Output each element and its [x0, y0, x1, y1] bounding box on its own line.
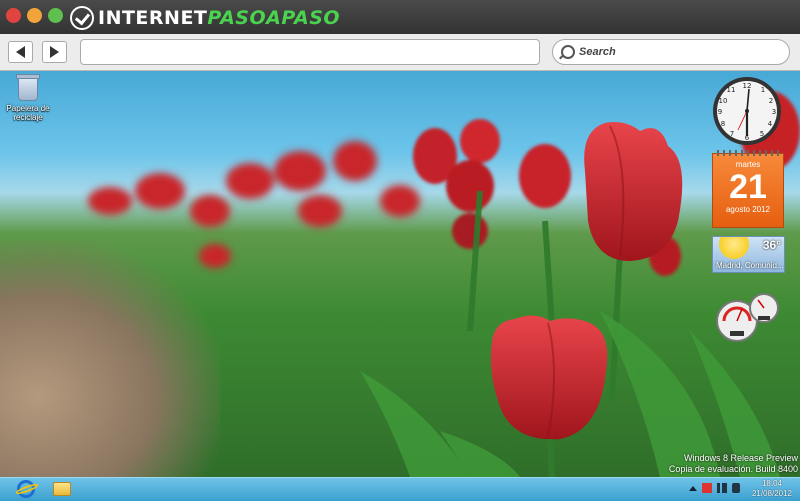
recycle-bin-label: Papelera de reciclaje — [6, 104, 50, 122]
brand-accent: PASOAPASO — [207, 7, 341, 29]
address-bar[interactable] — [80, 39, 540, 65]
taskbar-date: 21/08/2012 — [751, 489, 792, 498]
svg-text:8: 8 — [721, 120, 725, 128]
close-icon[interactable] — [6, 8, 21, 23]
svg-text:2: 2 — [769, 97, 773, 105]
svg-text:9: 9 — [718, 108, 722, 116]
svg-text:5: 5 — [760, 130, 764, 138]
back-button[interactable] — [8, 41, 33, 63]
show-hidden-icons-icon[interactable] — [689, 486, 697, 491]
flag-icon[interactable] — [702, 483, 712, 493]
recycle-bin-icon — [16, 74, 40, 101]
brand-prefix: INTERNET — [98, 7, 208, 29]
wallpaper-tulips — [88, 91, 800, 477]
taskbar: 18:04 21/08/2012 — [0, 477, 800, 501]
svg-text:1: 1 — [761, 86, 765, 94]
svg-text:12: 12 — [743, 82, 752, 90]
svg-text:3: 3 — [772, 108, 776, 116]
calendar-gadget[interactable]: martes 21 agosto 2012 — [712, 150, 784, 228]
desktop[interactable]: Papelera de reciclaje 12 1 2 345 678 9 10 11… — [0, 71, 800, 477]
volume-icon[interactable] — [732, 483, 740, 493]
taskbar-clock[interactable]: 18:04 21/08/2012 — [752, 479, 792, 499]
weather-city: Madrid, Comunid... — [716, 261, 784, 270]
recycle-bin[interactable]: Papelera de reciclaje — [6, 74, 50, 122]
svg-text:4: 4 — [768, 120, 773, 128]
weather-temperature: 36° — [762, 238, 781, 252]
svg-text:11: 11 — [727, 86, 736, 94]
clock-gadget[interactable]: 12 12 345 678 91011 — [712, 76, 782, 146]
browser-titlebar: INTERNETPASOAPASO — [0, 0, 800, 34]
calendar-month-year: agosto 2012 — [725, 205, 771, 214]
search-box[interactable]: Search — [552, 39, 790, 65]
sun-icon — [719, 237, 749, 259]
brand-text: INTERNETPASOAPASO — [98, 7, 340, 29]
cpu-meter-gadget[interactable] — [712, 291, 782, 343]
calendar-day-number: 21 — [729, 168, 767, 206]
svg-text:10: 10 — [719, 97, 728, 105]
maximize-icon[interactable] — [48, 8, 63, 23]
weather-gadget[interactable]: 36° Madrid, Comunid... — [712, 236, 785, 273]
search-icon — [561, 45, 575, 59]
network-icon[interactable] — [717, 483, 727, 493]
search-placeholder: Search — [579, 46, 616, 58]
system-tray — [689, 483, 740, 493]
evaluation-watermark: Windows 8 Release Preview Copia de evalu… — [669, 453, 798, 475]
back-arrow-icon — [16, 46, 25, 58]
ie-icon — [17, 480, 35, 498]
brand-logo: INTERNETPASOAPASO — [70, 5, 340, 31]
browser-toolbar: Search — [0, 34, 800, 71]
minimize-icon[interactable] — [27, 8, 42, 23]
check-logo-icon — [70, 6, 94, 30]
folder-icon — [53, 482, 71, 496]
taskbar-ie-button[interactable] — [17, 480, 37, 498]
watermark-line2: Copia de evaluación. Build 8400 — [668, 464, 798, 474]
forward-button[interactable] — [42, 41, 67, 63]
calendar-rings — [717, 150, 779, 156]
taskbar-explorer-button[interactable] — [53, 480, 73, 498]
taskbar-time: 18:04 — [761, 479, 782, 488]
forward-arrow-icon — [50, 46, 59, 58]
watermark-line1: Windows 8 Release Preview — [683, 453, 798, 463]
svg-text:7: 7 — [730, 130, 734, 138]
